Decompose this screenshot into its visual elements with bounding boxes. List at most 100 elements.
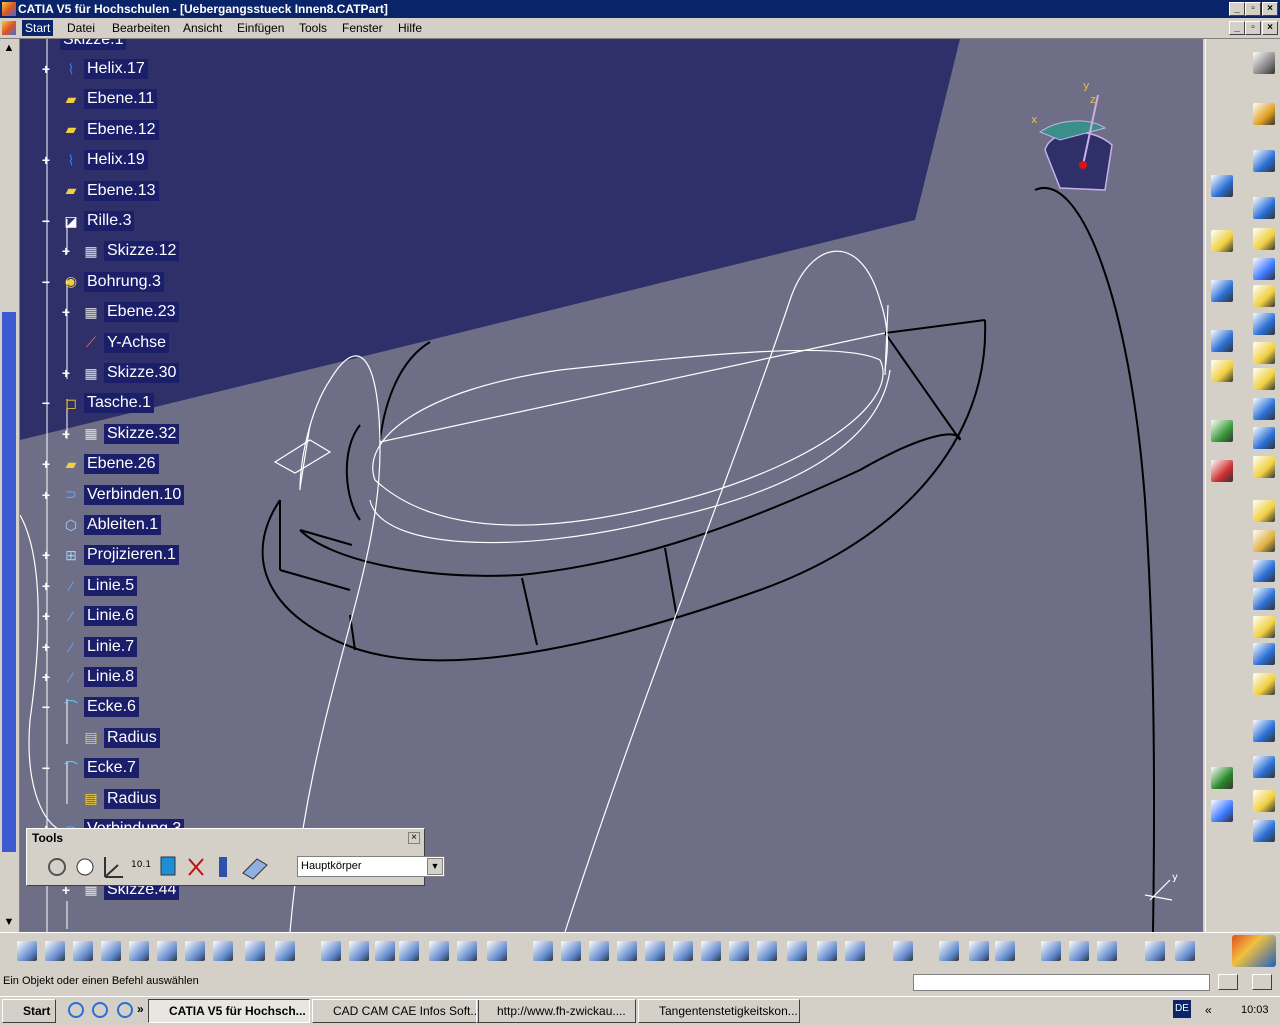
print-icon[interactable] <box>101 941 121 961</box>
loft-icon[interactable] <box>1253 427 1275 449</box>
groove-icon[interactable] <box>1253 285 1275 307</box>
measure-item-icon[interactable] <box>969 941 989 961</box>
apply-material-icon[interactable] <box>1041 941 1061 961</box>
fly-icon[interactable] <box>533 941 553 961</box>
fit-all-icon[interactable] <box>561 941 581 961</box>
knowledge-icon[interactable] <box>375 941 395 961</box>
tree-node[interactable]: ⌒ Ecke.7 <box>60 757 139 779</box>
expand-icon[interactable]: + <box>61 883 71 897</box>
language-indicator[interactable]: DE <box>1173 1000 1191 1018</box>
redo-icon[interactable] <box>245 941 265 961</box>
doc-restore-button[interactable]: ▫ <box>1245 21 1261 35</box>
stiffener-icon[interactable] <box>1253 398 1275 420</box>
compass[interactable] <box>1038 94 1113 191</box>
render-icon[interactable] <box>845 941 865 961</box>
menu-ansicht[interactable]: Ansicht <box>183 21 222 35</box>
tree-node[interactable]: ⌇ Helix.17 <box>60 58 148 80</box>
chevron-down-icon[interactable]: ▼ <box>427 858 443 875</box>
sketcher-icon[interactable] <box>1253 150 1275 172</box>
task-fh-zwickau[interactable]: http://www.fh-zwickau.... <box>476 999 636 1023</box>
tree-node[interactable]: ⊃ Verbinden.10 <box>60 484 185 506</box>
cut-icon[interactable] <box>129 941 149 961</box>
tree-node[interactable]: ▦ Ebene.23 <box>80 301 179 323</box>
open-icon[interactable] <box>45 941 65 961</box>
apply-material-icon[interactable] <box>1211 460 1233 482</box>
tree-node[interactable]: ▦ Skizze.30 <box>80 362 180 384</box>
tree-node[interactable]: ▰ Ebene.11 <box>60 88 158 110</box>
expand-icon[interactable]: + <box>41 153 51 167</box>
line-icon[interactable] <box>1211 330 1233 352</box>
collapse-icon[interactable]: − <box>41 396 51 410</box>
paste-icon[interactable] <box>185 941 205 961</box>
document-icon[interactable] <box>2 21 16 35</box>
tree-scrollbar[interactable]: ▲ ▼ <box>0 39 20 932</box>
tools-toolbar[interactable]: Tools × 10.1 Hauptkörper ▼ <box>26 828 445 886</box>
pad-icon[interactable] <box>1253 197 1275 219</box>
thread-icon[interactable] <box>1253 616 1275 638</box>
sketch-analysis-icon[interactable] <box>1097 941 1117 961</box>
expand-icon[interactable]: + <box>41 62 51 76</box>
pattern-icon[interactable] <box>1253 720 1275 742</box>
pan-icon[interactable] <box>589 941 609 961</box>
thick-surface-icon[interactable] <box>1253 820 1275 842</box>
tree-node[interactable]: ⁄ Linie.6 <box>60 605 138 627</box>
tray-expand[interactable]: « <box>1205 1003 1212 1017</box>
tree-node[interactable]: ◉ Bohrung.3 <box>60 271 164 293</box>
expand-icon[interactable]: + <box>61 366 71 380</box>
shell-icon[interactable] <box>1253 560 1275 582</box>
pocket-icon[interactable] <box>1253 228 1275 250</box>
help-icon[interactable] <box>275 941 295 961</box>
tree-node[interactable]: ⁄ Linie.7 <box>60 636 138 658</box>
new-icon[interactable] <box>17 941 37 961</box>
tree-node[interactable]: ⊞ Projizieren.1 <box>60 544 179 566</box>
doc-close-button[interactable]: × <box>1262 21 1278 35</box>
menu-einfuegen[interactable]: Einfügen <box>237 21 284 35</box>
expand-icon[interactable]: + <box>61 427 71 441</box>
start-button[interactable]: Start <box>2 999 56 1023</box>
tree-node-partial[interactable]: Skizze.1 <box>60 39 127 51</box>
undo-icon[interactable] <box>213 941 233 961</box>
menu-tools[interactable]: Tools <box>299 21 327 35</box>
normal-view-icon[interactable] <box>701 941 721 961</box>
expand-icon[interactable]: + <box>41 579 51 593</box>
analysis-icon[interactable] <box>1069 941 1089 961</box>
rotate-icon[interactable] <box>617 941 637 961</box>
translate-icon[interactable] <box>1253 643 1275 665</box>
shaft-icon[interactable] <box>1253 258 1275 280</box>
sew-icon[interactable] <box>1211 230 1233 252</box>
fillet-icon[interactable] <box>1253 456 1275 478</box>
menu-bearbeiten[interactable]: Bearbeiten <box>112 21 170 35</box>
command-input[interactable] <box>913 974 1210 991</box>
tree-node[interactable]: ⌒ Ecke.6 <box>60 696 139 718</box>
expand-icon[interactable]: + <box>41 548 51 562</box>
body-select[interactable]: Hauptkörper ▼ <box>297 856 445 877</box>
zoom-out-icon[interactable] <box>673 941 693 961</box>
scroll-thumb[interactable] <box>2 312 16 852</box>
draft-icon[interactable] <box>1253 530 1275 552</box>
outlook-quicklaunch-icon[interactable] <box>92 1002 108 1018</box>
hole-icon[interactable] <box>1253 313 1275 335</box>
split-icon[interactable] <box>1253 790 1275 812</box>
measure-between-icon[interactable] <box>939 941 959 961</box>
scale-icon[interactable] <box>1253 756 1275 778</box>
menu-hilfe[interactable]: Hilfe <box>398 21 422 35</box>
measure-inertia-icon[interactable] <box>995 941 1015 961</box>
tree-node[interactable]: ◻ Tasche.1 <box>60 392 155 414</box>
expand-icon[interactable]: + <box>41 670 51 684</box>
catia-app-icon[interactable] <box>2 2 16 16</box>
desktop-quicklaunch-icon[interactable] <box>117 1002 133 1018</box>
catalog-icon[interactable] <box>1145 941 1165 961</box>
doc-minimize-button[interactable]: _ <box>1229 21 1245 35</box>
collapse-icon[interactable]: − <box>41 275 51 289</box>
menu-datei[interactable]: Datei <box>67 21 95 35</box>
expand-icon[interactable]: + <box>41 640 51 654</box>
rib-icon[interactable] <box>1253 342 1275 364</box>
expand-icon[interactable]: + <box>41 488 51 502</box>
tree-node[interactable]: ▰ Ebene.13 <box>60 180 159 202</box>
chamfer-icon[interactable] <box>1253 500 1275 522</box>
catalog-browser-icon[interactable] <box>1175 941 1195 961</box>
knowledge-icon[interactable] <box>1211 800 1233 822</box>
save-icon[interactable] <box>73 941 93 961</box>
settings-icon[interactable] <box>1253 52 1275 74</box>
tree-node[interactable]: ⌇ Helix.19 <box>60 149 148 171</box>
